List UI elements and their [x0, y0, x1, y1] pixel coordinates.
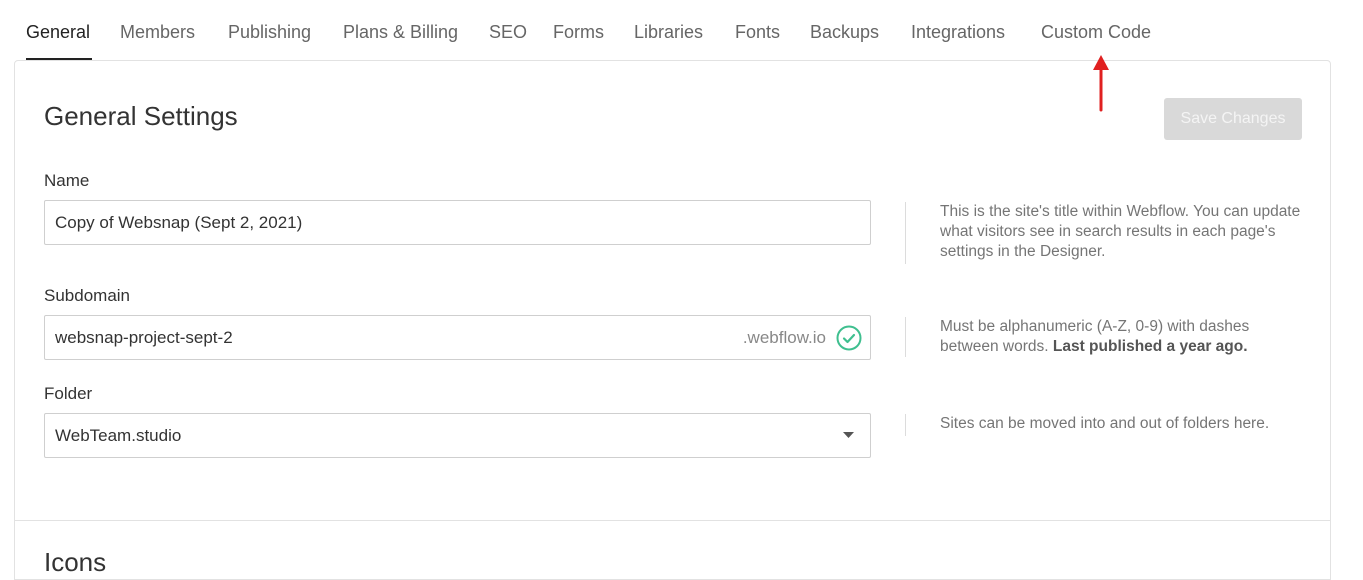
tab-plans-billing[interactable]: Plans & Billing	[343, 20, 458, 44]
arrow-up-icon	[1093, 55, 1109, 112]
tab-forms[interactable]: Forms	[553, 20, 604, 44]
tab-custom-code[interactable]: Custom Code	[1041, 20, 1151, 44]
name-help-text: This is the site's title within Webflow.…	[940, 203, 1301, 260]
folder-selected-value: WebTeam.studio	[55, 426, 182, 445]
page-title: General Settings	[44, 101, 238, 131]
last-published-text: Last published a year ago.	[1052, 338, 1248, 355]
name-label: Name	[44, 171, 90, 190]
section-divider	[15, 520, 1330, 521]
tab-members[interactable]: Members	[120, 20, 195, 44]
tab-publishing[interactable]: Publishing	[228, 20, 311, 44]
settings-tabs: General Members Publishing Plans & Billi…	[0, 0, 1363, 61]
save-changes-button[interactable]: Save Changes	[1164, 98, 1302, 140]
tab-fonts[interactable]: Fonts	[735, 20, 780, 44]
name-field-box	[44, 200, 871, 245]
subdomain-label: Subdomain	[44, 286, 131, 305]
name-help: This is the site's title within Webflow.…	[905, 202, 1305, 264]
folder-label: Folder	[44, 384, 93, 403]
subdomain-suffix: .webflow.io	[742, 328, 826, 347]
tab-integrations[interactable]: Integrations	[911, 20, 1005, 44]
tab-seo[interactable]: SEO	[489, 20, 527, 44]
tab-general[interactable]: General	[26, 20, 90, 44]
folder-help: Sites can be moved into and out of folde…	[905, 414, 1305, 436]
subdomain-help: Must be alphanumeric (A-Z, 0-9) with das…	[905, 317, 1305, 357]
subdomain-field-box: .webflow.io	[44, 315, 871, 360]
caret-down-icon	[843, 432, 854, 438]
tab-libraries[interactable]: Libraries	[634, 20, 703, 44]
folder-select[interactable]: WebTeam.studio	[44, 413, 871, 458]
tab-backups[interactable]: Backups	[810, 20, 879, 44]
check-circle-icon	[836, 325, 862, 351]
icons-section-title: Icons	[44, 547, 107, 577]
name-input[interactable]	[45, 201, 870, 244]
folder-help-text: Sites can be moved into and out of folde…	[940, 415, 1270, 432]
